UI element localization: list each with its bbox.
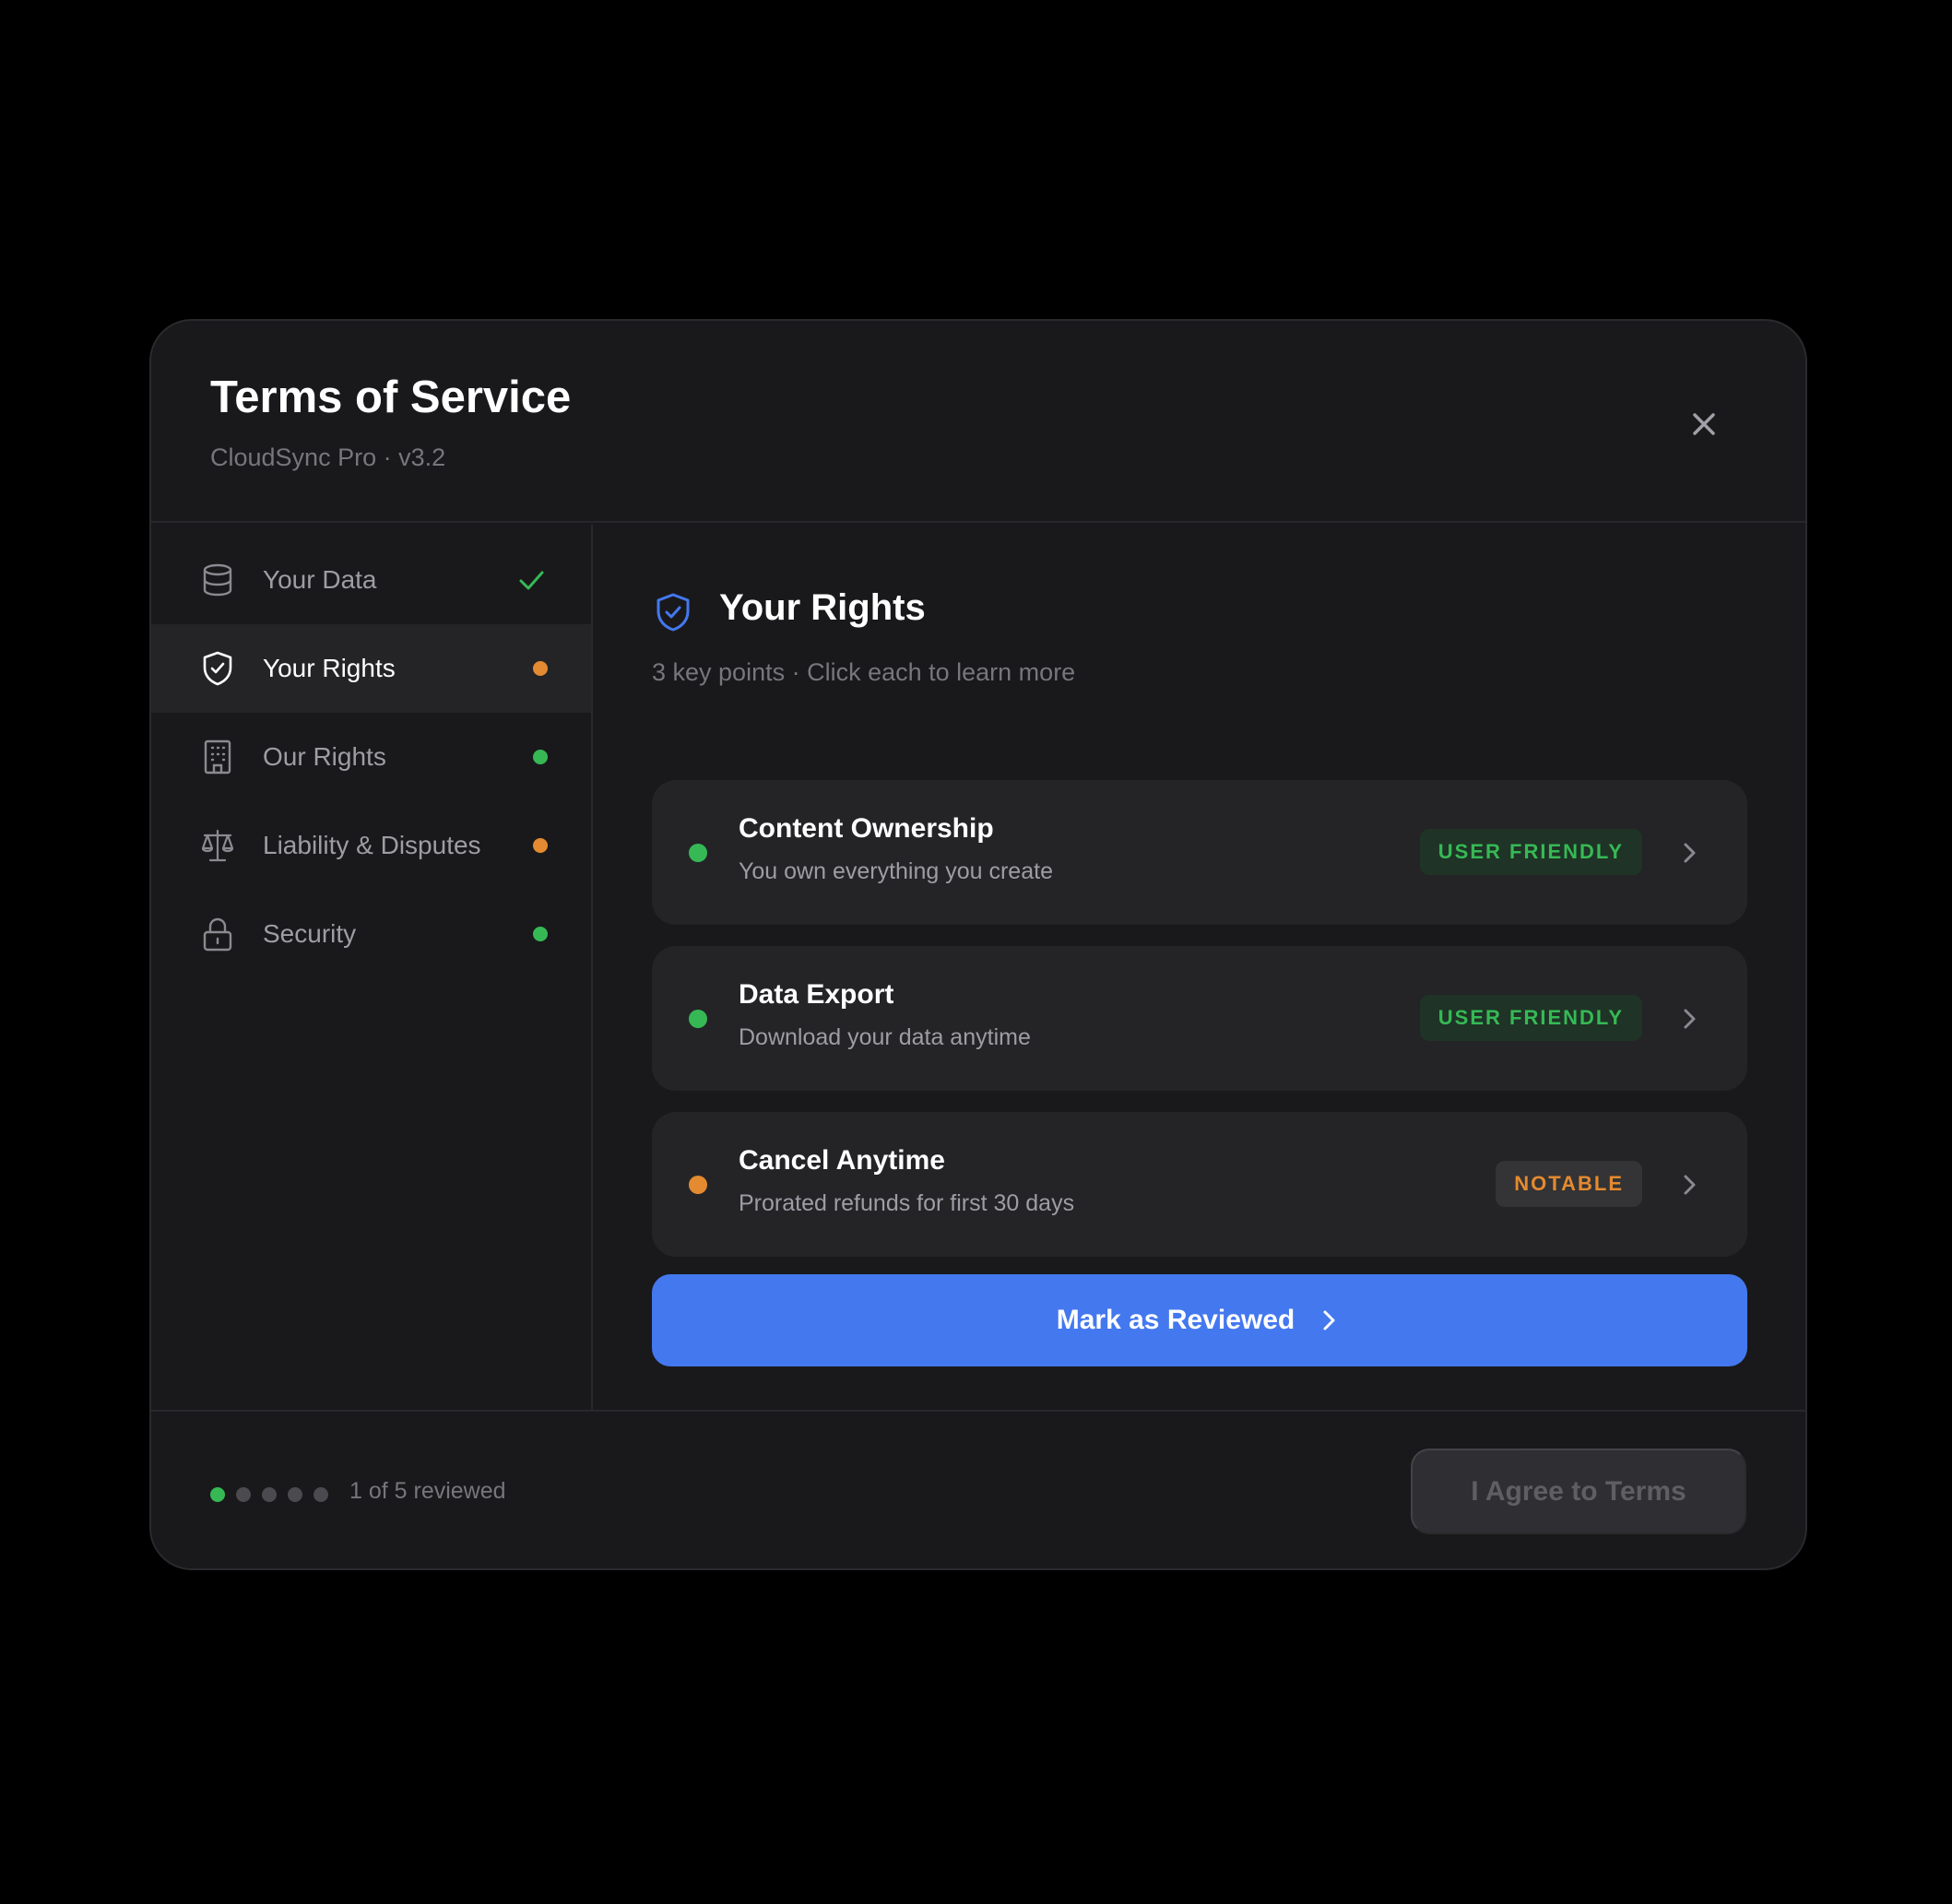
sidebar-item-label: Liability & Disputes	[263, 831, 481, 859]
key-point-title: Data Export	[739, 979, 894, 1010]
mark-as-reviewed-label: Mark as Reviewed	[1056, 1305, 1295, 1335]
notable-status-dot	[533, 661, 548, 676]
terms-modal: Terms of Service CloudSync Pro · v3.2 Yo…	[149, 319, 1807, 1570]
section-subtitle: 3 key points · Click each to learn more	[652, 658, 1076, 686]
key-point-card[interactable]: Content Ownership You own everything you…	[652, 780, 1747, 925]
key-point-description: You own everything you create	[739, 858, 1053, 884]
user-friendly-status-dot	[689, 844, 707, 862]
user-friendly-status-dot	[689, 1010, 707, 1028]
shield-check-icon	[657, 593, 690, 632]
sidebar-item-your-rights[interactable]: Your Rights	[151, 624, 591, 713]
progress-dot	[262, 1487, 277, 1502]
mark-as-reviewed-button[interactable]: Mark as Reviewed	[652, 1274, 1747, 1366]
progress-dot	[210, 1487, 225, 1502]
progress-dot	[288, 1487, 302, 1502]
building-icon	[204, 739, 231, 775]
sidebar-item-security[interactable]: Security	[151, 890, 591, 978]
modal-title: Terms of Service	[210, 373, 572, 422]
review-progress-text: 1 of 5 reviewed	[349, 1478, 506, 1504]
modal-subtitle: CloudSync Pro · v3.2	[210, 443, 446, 471]
key-point-description: Prorated refunds for first 30 days	[739, 1190, 1075, 1216]
database-icon	[203, 563, 232, 597]
notable-status-dot	[689, 1176, 707, 1194]
user-friendly-status-dot	[533, 750, 548, 764]
key-point-title: Content Ownership	[739, 813, 994, 844]
progress-dot	[314, 1487, 328, 1502]
close-button[interactable]	[1686, 406, 1722, 443]
user-friendly-badge: USER FRIENDLY	[1419, 829, 1642, 875]
user-friendly-badge: USER FRIENDLY	[1419, 995, 1642, 1041]
shield-check-icon	[203, 651, 232, 686]
key-point-card[interactable]: Cancel Anytime Prorated refunds for firs…	[652, 1112, 1747, 1257]
chevron-right-icon	[1323, 1310, 1335, 1330]
progress-dot	[236, 1487, 251, 1502]
sidebar-item-your-data[interactable]: Your Data	[151, 536, 591, 624]
sidebar-item-our-rights[interactable]: Our Rights	[151, 713, 591, 801]
close-icon	[1693, 413, 1715, 435]
key-point-description: Download your data anytime	[739, 1024, 1031, 1050]
notable-badge: NOTABLE	[1496, 1161, 1642, 1207]
sections-sidebar: Your Data Your Rights Our Rights Liabili…	[151, 525, 593, 1410]
scale-icon	[201, 829, 234, 862]
modal-header: Terms of Service CloudSync Pro · v3.2	[151, 321, 1805, 523]
key-point-title: Cancel Anytime	[739, 1145, 945, 1176]
sidebar-item-label: Your Rights	[263, 654, 396, 682]
sidebar-item-label: Security	[263, 919, 357, 948]
modal-footer: 1 of 5 reviewed I Agree to Terms	[151, 1410, 1805, 1568]
chevron-right-icon	[1684, 1175, 1696, 1195]
lock-icon	[203, 917, 232, 952]
key-point-card[interactable]: Data Export Download your data anytime U…	[652, 946, 1747, 1091]
user-friendly-status-dot	[533, 927, 548, 941]
section-title: Your Rights	[719, 587, 926, 628]
agree-to-terms-button[interactable]: I Agree to Terms	[1411, 1449, 1746, 1534]
chevron-right-icon	[1684, 1009, 1696, 1029]
notable-status-dot	[533, 838, 548, 853]
check-icon	[519, 571, 544, 590]
sidebar-item-label: Your Data	[263, 565, 377, 594]
sidebar-item-label: Our Rights	[263, 742, 386, 771]
chevron-right-icon	[1684, 843, 1696, 863]
sidebar-item-liability-disputes[interactable]: Liability & Disputes	[151, 801, 591, 890]
review-progress-dots	[210, 1487, 328, 1502]
